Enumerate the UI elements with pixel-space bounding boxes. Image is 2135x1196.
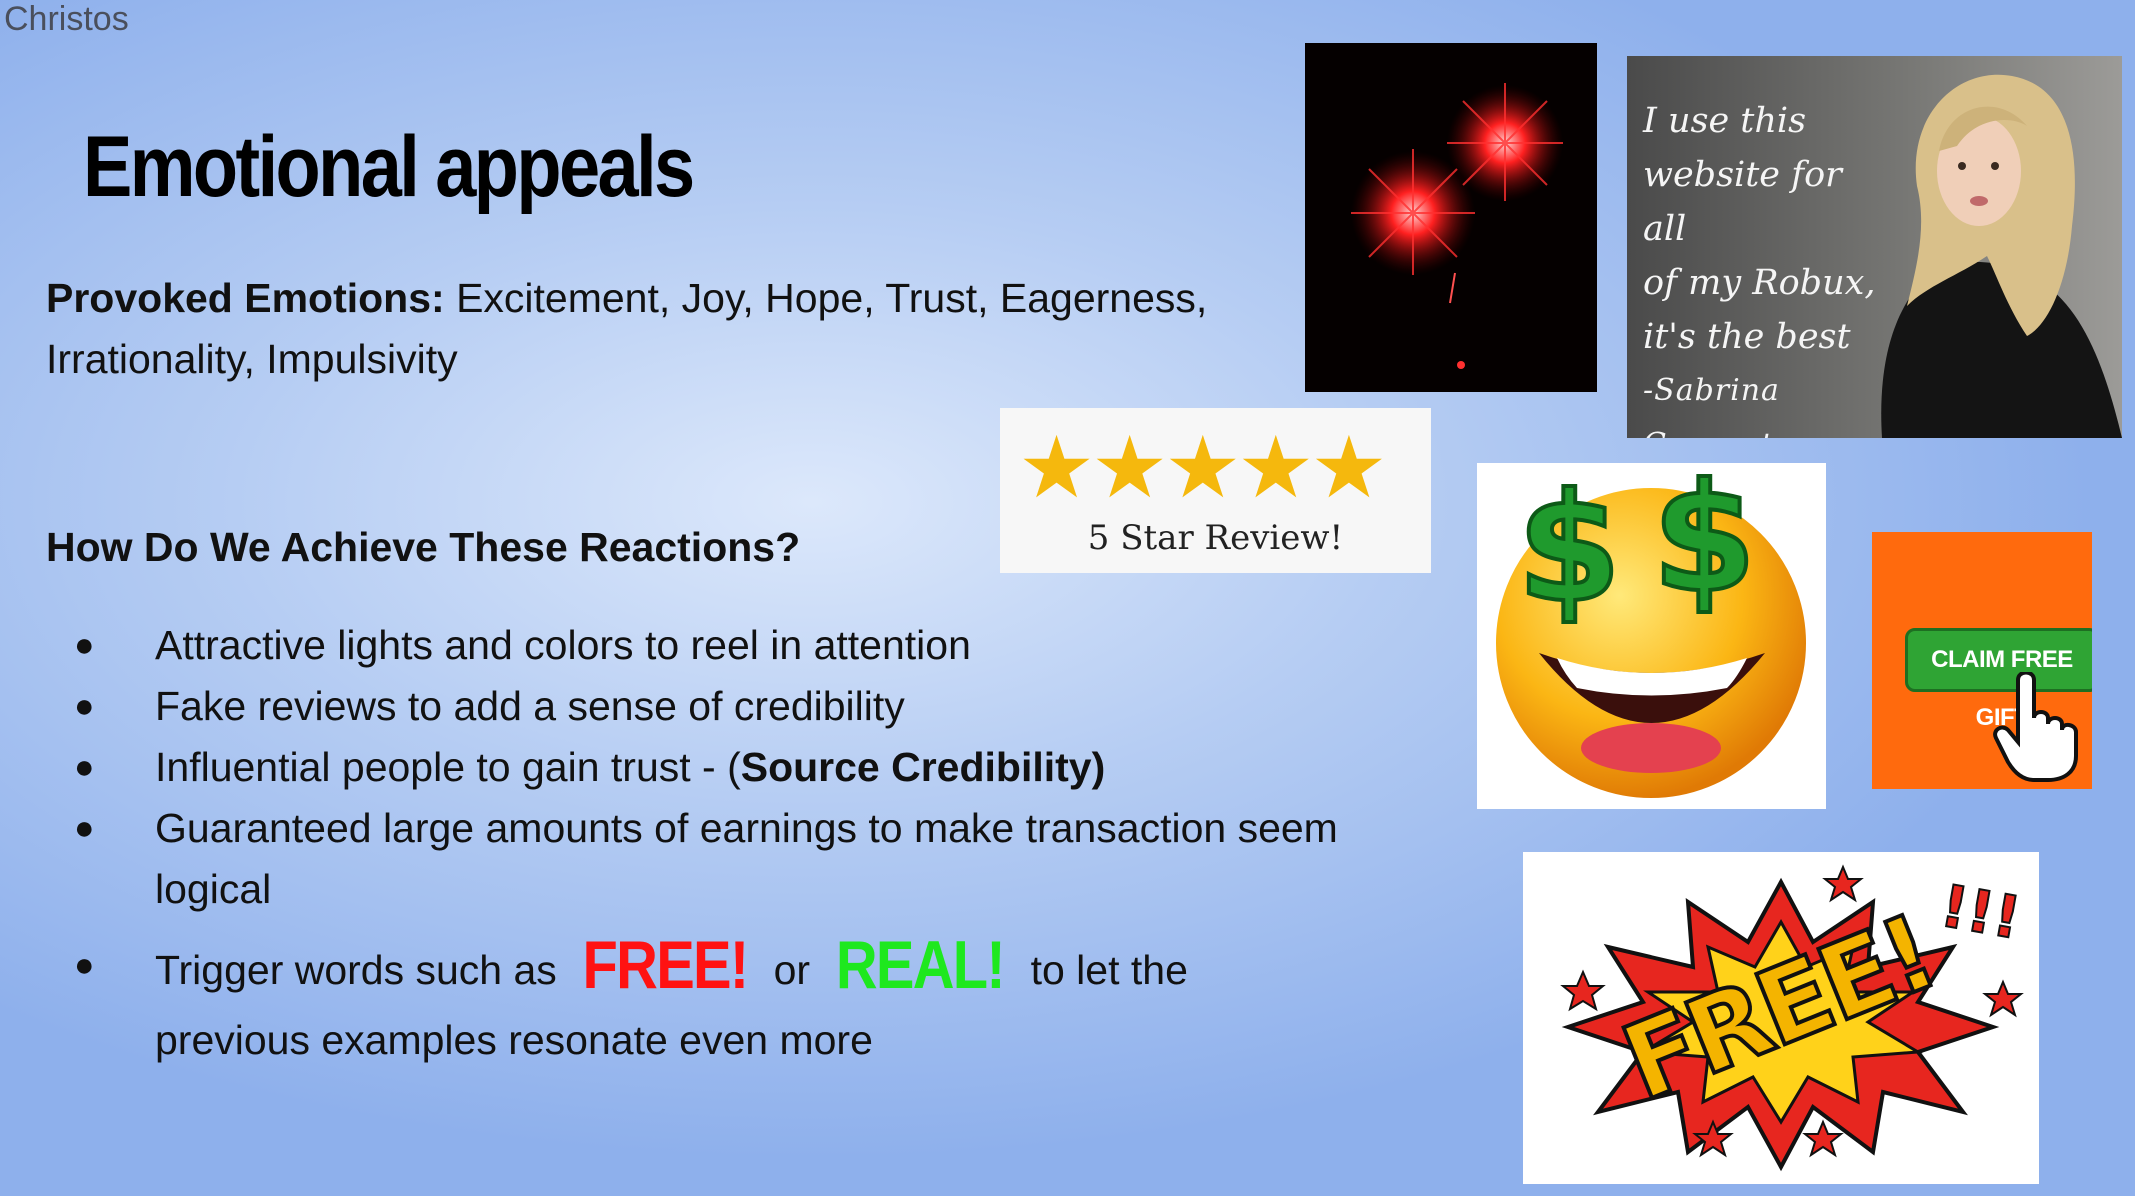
list-item: ● Fake reviews to add a sense of credibi… [46, 676, 1346, 737]
emotions-label: Provoked Emotions: [46, 275, 445, 321]
bullet-dot: ● [74, 687, 95, 725]
section-heading: How Do We Achieve These Reactions? [46, 524, 801, 570]
celebrity-quote-image: I use this website for all of my Robux, … [1627, 56, 2122, 438]
bullet-text-or: or [762, 947, 822, 993]
list-item: ● Guaranteed large amounts of earnings t… [46, 798, 1346, 920]
claim-free-gift-image: CLAIM FREE GIFT [1872, 532, 2092, 789]
dollar-eye-left: $ [1515, 463, 1623, 636]
bullet-text: Guaranteed large amounts of earnings to … [155, 805, 1338, 912]
exclamation-marks: !!! [1935, 871, 2027, 954]
bullet-dot: ● [74, 626, 95, 664]
fireworks-image [1305, 43, 1597, 392]
real-trigger-word: REAL! [836, 927, 1006, 1003]
emotions-paragraph: Provoked Emotions: Excitement, Joy, Hope… [46, 268, 1296, 390]
free-burst-image: FREE! !!! [1523, 852, 2039, 1184]
bullet-list: ● Attractive lights and colors to reel i… [46, 615, 1346, 1075]
bullet-dot: ● [74, 748, 95, 786]
bullet-text: Attractive lights and colors to reel in … [155, 622, 971, 668]
list-item: ● Trigger words such as FREE! or REAL! t… [46, 930, 1346, 1075]
slide-title: Emotional appeals [83, 119, 695, 215]
bullet-bold-text: Source Credibility) [740, 744, 1106, 790]
bullet-text: Fake reviews to add a sense of credibili… [155, 683, 905, 729]
bullet-text: Trigger words such as [155, 947, 569, 993]
bullet-dot: ● [74, 946, 95, 984]
star-review-caption: 5 Star Review! [1087, 518, 1344, 558]
bullet-dot: ● [74, 809, 95, 847]
author-label: Christos [4, 0, 129, 38]
list-item: ● Attractive lights and colors to reel i… [46, 615, 1346, 676]
person-photo [1881, 74, 2122, 438]
star-rating-icons: ★★★★★ [1018, 420, 1387, 516]
list-item: ● Influential people to gain trust - (So… [46, 737, 1346, 798]
money-eyes-emoji-image: $ $ [1477, 463, 1826, 809]
hand-cursor-icon [1993, 672, 2078, 782]
five-star-review-image: ★★★★★ 5 Star Review! [1000, 408, 1431, 573]
free-trigger-word: FREE! [582, 927, 750, 1003]
fireworks-graphic [1351, 83, 1563, 369]
bullet-text: Influential people to gain trust - ( [155, 744, 741, 790]
dollar-eye-right: $ [1650, 463, 1758, 626]
